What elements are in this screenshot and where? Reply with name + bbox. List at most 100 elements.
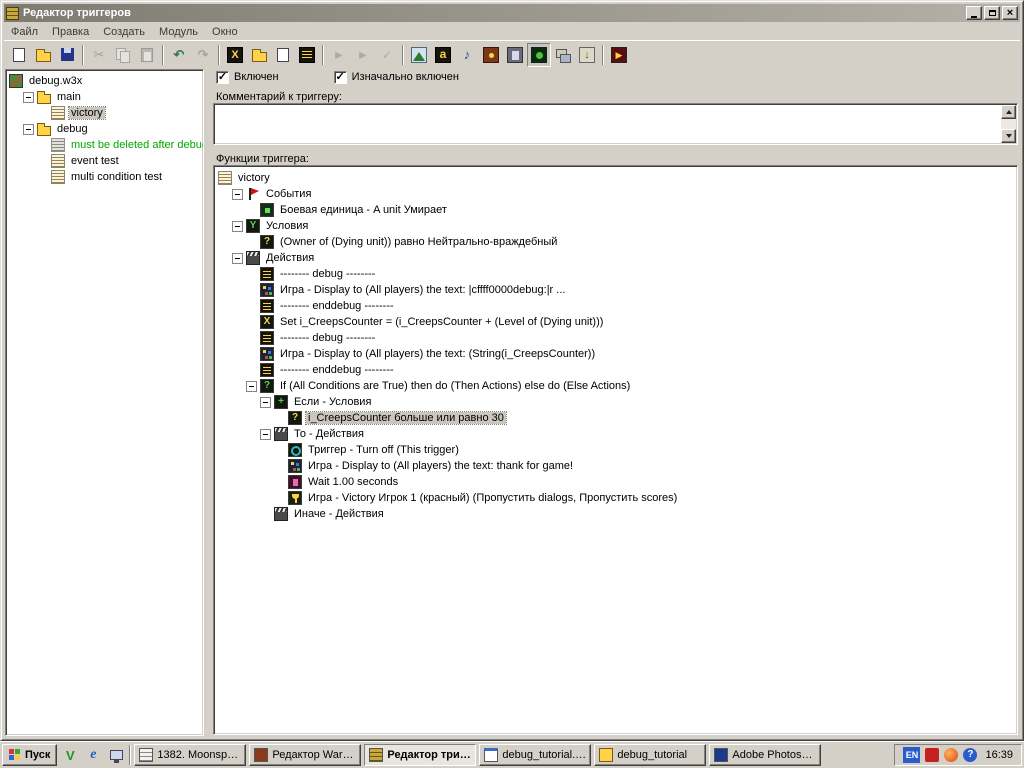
collapse-icon[interactable] — [232, 253, 243, 264]
taskbar-task-photoshop[interactable]: Adobe Photoshop — [709, 744, 821, 766]
cut-button[interactable] — [87, 43, 111, 67]
func-row-victory-action[interactable]: Игра - Victory Игрок 1 (красный) (Пропус… — [216, 490, 1015, 506]
func-row-comment-debug[interactable]: -------- debug -------- — [216, 330, 1015, 346]
menu-edit[interactable]: Правка — [45, 24, 96, 40]
new-button[interactable] — [7, 43, 31, 67]
collapse-icon[interactable] — [232, 221, 243, 232]
ai-editor-button[interactable] — [503, 43, 527, 67]
trigger-editor-button[interactable] — [527, 43, 551, 67]
func-row-actions[interactable]: Действия — [216, 250, 1015, 266]
arrow-up-icon — [1006, 110, 1012, 114]
tree-row-map[interactable]: debug.w3x — [7, 73, 202, 89]
menu-create[interactable]: Создать — [96, 24, 152, 40]
run-button[interactable] — [327, 43, 351, 67]
enabled-checkbox[interactable]: ✓ — [216, 71, 229, 84]
save-button[interactable] — [55, 43, 79, 67]
trigger-disabled-icon — [51, 138, 65, 152]
collapse-icon[interactable] — [260, 429, 271, 440]
collapse-icon[interactable] — [232, 189, 243, 200]
comment-action-icon — [260, 331, 274, 345]
tree-row-trigger-event-test[interactable]: event test — [7, 153, 202, 169]
func-row-condition-item[interactable]: (Owner of (Dying unit)) равно Нейтрально… — [216, 234, 1015, 250]
func-row-comment-enddebug[interactable]: -------- enddebug -------- — [216, 298, 1015, 314]
taskbar-task-trigger-editor[interactable]: Редактор тригг... — [364, 744, 476, 766]
func-row-if-then-else[interactable]: If (All Conditions are True) then do (Th… — [216, 378, 1015, 394]
menu-file[interactable]: Файл — [4, 24, 45, 40]
scroll-down-button[interactable] — [1001, 129, 1016, 143]
test-map-button[interactable] — [607, 43, 631, 67]
taskbar-task-world-editor[interactable]: Редактор Warc... — [249, 744, 361, 766]
trigger-functions-tree[interactable]: victory События Боевая единица - A unit … — [213, 165, 1018, 735]
tree-row-trigger-disabled[interactable]: must be deleted after debug — [7, 137, 202, 153]
object-editor-a-icon — [435, 47, 451, 63]
new-comment-button[interactable] — [295, 43, 319, 67]
collapse-icon[interactable] — [260, 397, 271, 408]
undo-button[interactable] — [167, 43, 191, 67]
tree-row-trigger-victory[interactable]: victory — [7, 105, 202, 121]
if-conditions-icon — [274, 395, 288, 409]
minimize-button[interactable] — [966, 6, 982, 20]
indent-spacer — [274, 445, 285, 456]
tree-row-category-debug[interactable]: debug — [7, 121, 202, 137]
menu-module[interactable]: Модуль — [152, 24, 205, 40]
new-variable-button[interactable] — [223, 43, 247, 67]
quick-launch-app-icon[interactable]: V — [60, 745, 80, 765]
toolbar-separator — [602, 45, 604, 65]
comment-scrollbar[interactable] — [1001, 105, 1016, 143]
func-row-conditions[interactable]: Условия — [216, 218, 1015, 234]
quick-launch-ie-icon[interactable]: e — [83, 745, 103, 765]
scroll-up-button[interactable] — [1001, 105, 1016, 119]
campaign-editor-button[interactable] — [479, 43, 503, 67]
func-row-comment-enddebug[interactable]: -------- enddebug -------- — [216, 362, 1015, 378]
paste-button[interactable] — [135, 43, 159, 67]
sound-editor-button[interactable] — [455, 43, 479, 67]
tree-row-trigger-multi-condition[interactable]: multi condition test — [7, 169, 202, 185]
func-row-events[interactable]: События — [216, 186, 1015, 202]
func-row-selected-condition[interactable]: i_CreepsCounter больше или равно 30 — [216, 410, 1015, 426]
taskbar-task-moonspell[interactable]: 1382. Moonspell ... — [134, 744, 246, 766]
func-row-turn-off-trigger[interactable]: Триггер - Turn off (This trigger) — [216, 442, 1015, 458]
run-selection-button[interactable] — [351, 43, 375, 67]
func-row-then-actions[interactable]: То - Действия — [216, 426, 1015, 442]
taskbar-task-folder[interactable]: debug_tutorial — [594, 744, 706, 766]
new-trigger-button[interactable] — [271, 43, 295, 67]
func-row-display-text[interactable]: Игра - Display to (All players) the text… — [216, 346, 1015, 362]
func-row-comment-debug[interactable]: -------- debug -------- — [216, 266, 1015, 282]
open-button[interactable] — [31, 43, 55, 67]
restore-button[interactable] — [984, 6, 1000, 20]
terrain-editor-button[interactable] — [407, 43, 431, 67]
copy-button[interactable] — [111, 43, 135, 67]
func-row-display-text[interactable]: Игра - Display to (All players) the text… — [216, 282, 1015, 298]
collapse-icon[interactable] — [23, 124, 34, 135]
comment-text[interactable] — [217, 106, 997, 142]
trigger-comment-input[interactable] — [213, 103, 1018, 145]
tray-icon-orange[interactable] — [944, 748, 958, 762]
func-row-trigger-root[interactable]: victory — [216, 170, 1015, 186]
func-row-display-text[interactable]: Игра - Display to (All players) the text… — [216, 458, 1015, 474]
new-category-button[interactable] — [247, 43, 271, 67]
language-indicator[interactable]: EN — [903, 747, 920, 763]
collapse-icon[interactable] — [246, 381, 257, 392]
tray-icon-red[interactable] — [925, 748, 939, 762]
object-editor-button[interactable] — [431, 43, 455, 67]
close-button[interactable]: × — [1002, 6, 1018, 20]
redo-button[interactable] — [191, 43, 215, 67]
func-row-event-item[interactable]: Боевая единица - A unit Умирает — [216, 202, 1015, 218]
tree-row-category-main[interactable]: main — [7, 89, 202, 105]
object-manager-button[interactable] — [551, 43, 575, 67]
initially-on-checkbox[interactable]: ✓ — [334, 71, 347, 84]
func-row-set-variable[interactable]: Set i_CreepsCounter = (i_CreepsCounter +… — [216, 314, 1015, 330]
menu-window[interactable]: Окно — [205, 24, 245, 40]
start-button[interactable]: Пуск — [2, 744, 57, 766]
func-row-else-actions[interactable]: Иначе - Действия — [216, 506, 1015, 522]
tray-icon-help[interactable] — [963, 748, 977, 762]
enable-check-button[interactable] — [375, 43, 399, 67]
new-page-icon — [13, 48, 25, 62]
taskbar-task-notepad[interactable]: debug_tutorial.t... — [479, 744, 591, 766]
import-manager-button[interactable] — [575, 43, 599, 67]
func-row-if-conditions[interactable]: Если - Условия — [216, 394, 1015, 410]
quick-launch-show-desktop[interactable] — [106, 745, 126, 765]
titlebar[interactable]: Редактор триггеров × — [4, 4, 1020, 22]
collapse-icon[interactable] — [23, 92, 34, 103]
func-row-wait[interactable]: Wait 1.00 seconds — [216, 474, 1015, 490]
